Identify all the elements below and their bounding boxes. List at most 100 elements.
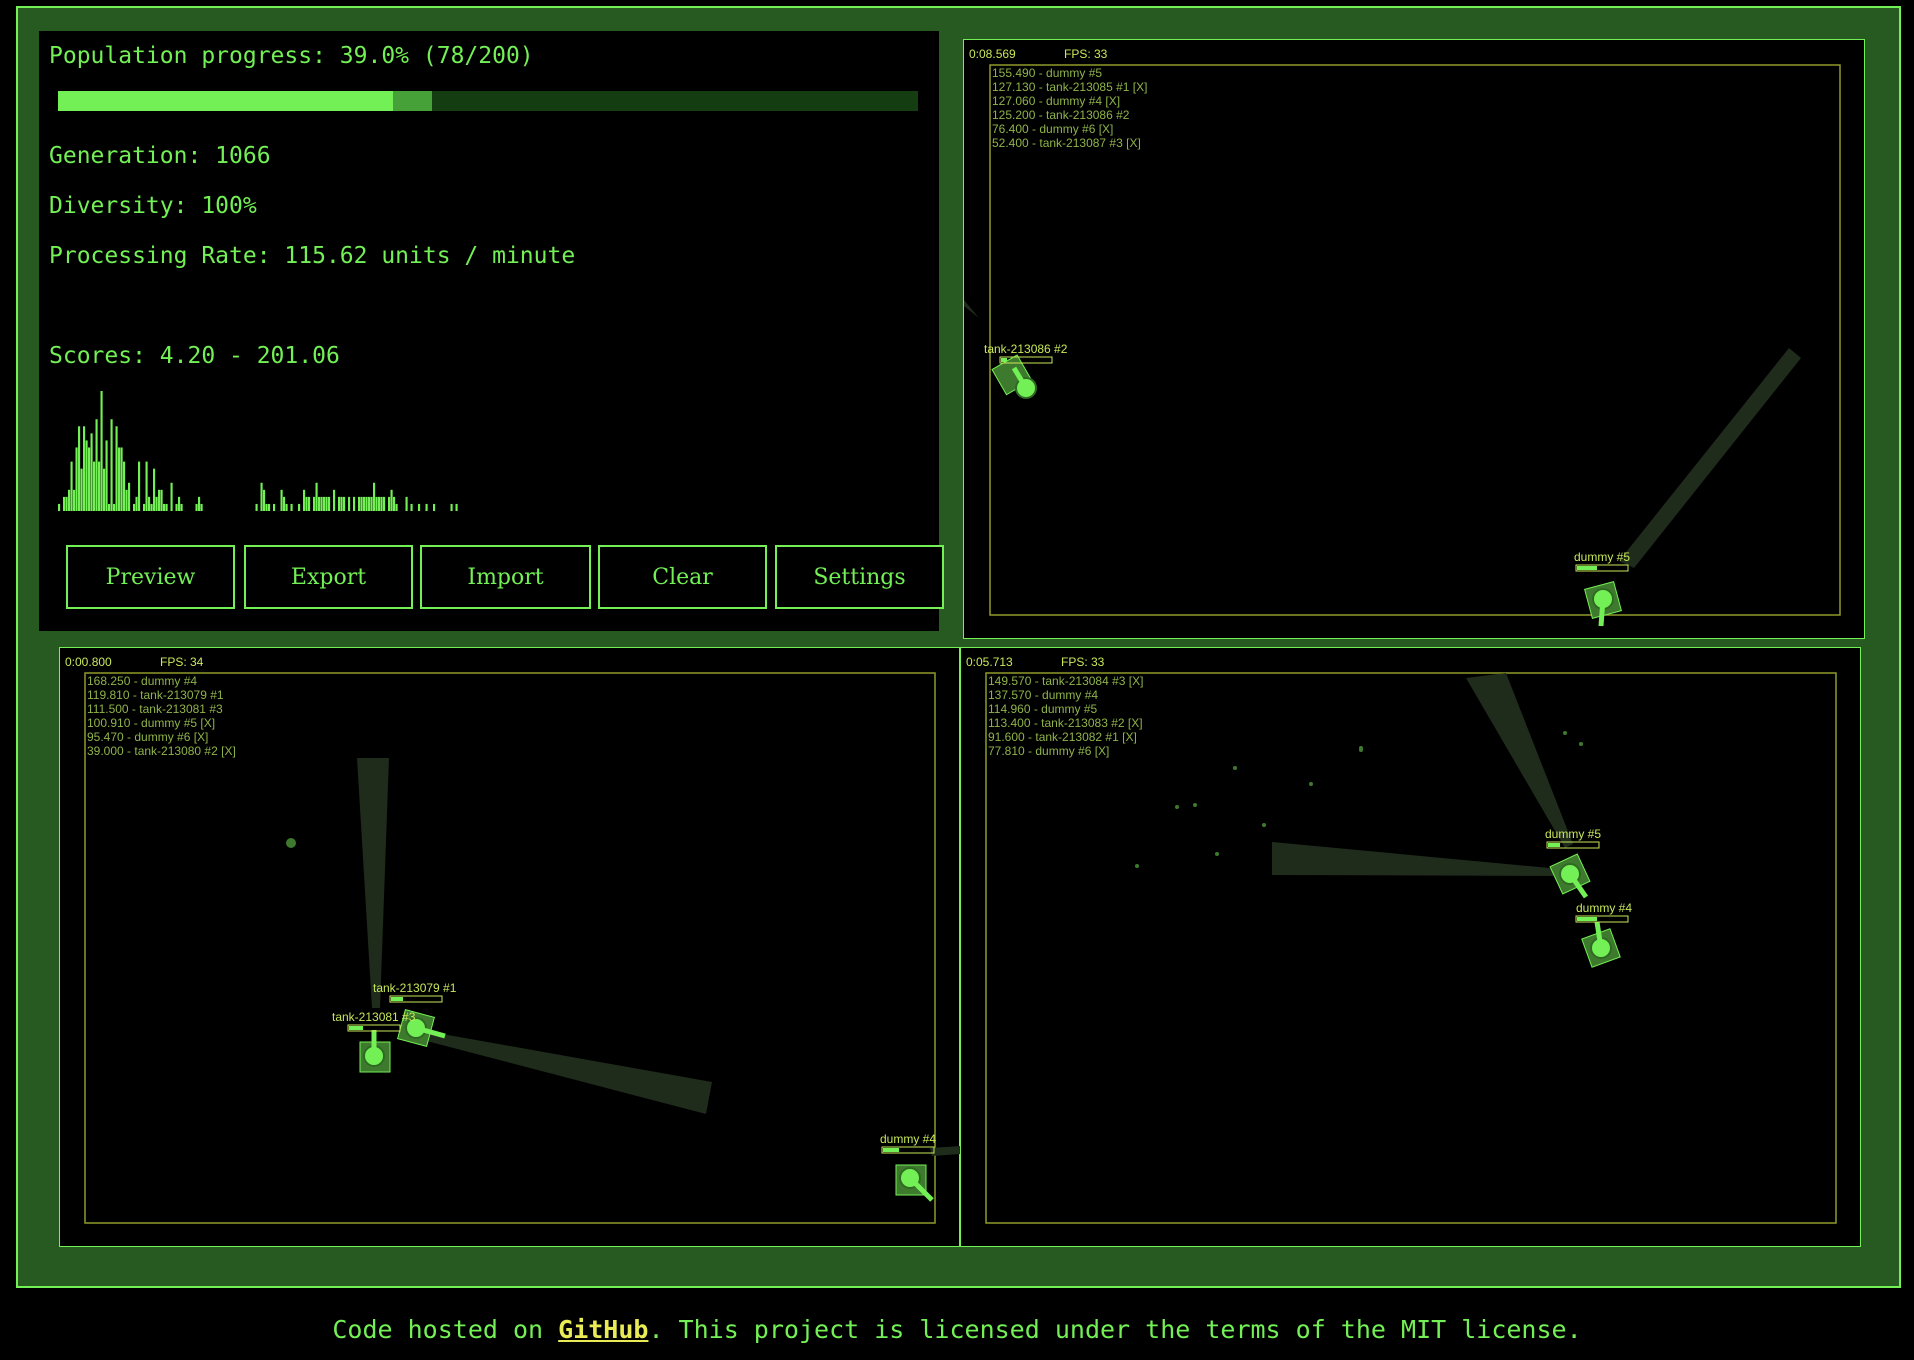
tank-label: dummy #4 <box>880 1132 937 1146</box>
tank-health-fill <box>1548 843 1560 847</box>
population-progress-bar <box>58 91 918 111</box>
footer-prefix: Code hosted on <box>332 1315 559 1344</box>
histogram-bar <box>380 496 383 511</box>
histogram-bar <box>128 482 131 511</box>
histogram-bar <box>163 503 166 511</box>
histogram-bar <box>433 503 436 511</box>
histogram-bar <box>390 489 393 511</box>
histogram-bar <box>90 433 93 511</box>
histogram-bar <box>73 489 76 511</box>
histogram-bar <box>118 447 121 511</box>
tank-health-fill <box>391 997 403 1001</box>
diversity-text: Diversity: 100% <box>49 193 257 219</box>
scoreboard-entry: 76.400 - dummy #6 [X] <box>992 122 1114 136</box>
histogram-bar <box>75 447 78 511</box>
histogram-bar <box>155 496 158 511</box>
histogram-bar <box>115 426 118 511</box>
progress-active-fill <box>393 91 433 111</box>
tank-label: tank-213079 #1 <box>373 981 457 995</box>
processing-rate-text: Processing Rate: 115.62 units / minute <box>49 243 576 269</box>
histogram-bar <box>393 496 396 511</box>
radar-beam <box>1619 348 1801 568</box>
histogram-bar <box>93 461 96 511</box>
histogram-bar <box>365 496 368 511</box>
histogram-bar <box>108 503 111 511</box>
histogram-bar <box>135 496 138 511</box>
settings-button[interactable]: Settings <box>775 545 944 609</box>
histogram-bar <box>138 461 141 511</box>
histogram-bar <box>450 503 453 511</box>
scoreboard-entry: 111.500 - tank-213081 #3 <box>87 702 223 716</box>
preview-button[interactable]: Preview <box>66 545 235 609</box>
histogram-bar <box>348 496 351 511</box>
tank-health-fill <box>1577 917 1597 921</box>
histogram-bar <box>425 503 428 511</box>
scoreboard-entry: 125.200 - tank-213086 #2 <box>992 108 1130 122</box>
histogram-bar <box>303 489 306 511</box>
bullet <box>286 838 296 848</box>
histogram-bar <box>78 426 81 511</box>
score-histogram <box>58 391 458 511</box>
histogram-bar <box>65 496 68 511</box>
clear-button[interactable]: Clear <box>598 545 767 609</box>
histogram-bar <box>160 489 163 511</box>
bullet <box>1359 746 1363 750</box>
histogram-bar <box>418 503 421 511</box>
tank-label: tank-213081 #3 <box>332 1010 416 1024</box>
arena-2-scoreboard: 168.250 - dummy #4 119.810 - tank-213079 … <box>87 674 236 758</box>
scoreboard-entry: 119.810 - tank-213079 #1 <box>87 688 224 702</box>
histogram-bar <box>308 496 311 511</box>
arena-3-scoreboard: 149.570 - tank-213084 #3 [X] 137.570 - du… <box>988 674 1143 758</box>
histogram-bar <box>68 489 71 511</box>
scoreboard-entry: 77.810 - dummy #6 [X] <box>988 744 1110 758</box>
tank-label: dummy #5 <box>1574 550 1631 564</box>
tank-label: tank-213086 #2 <box>984 342 1068 356</box>
histogram-bar <box>148 496 151 511</box>
histogram-bar <box>373 482 376 511</box>
footer-suffix: . This project is licensed under the ter… <box>648 1315 1582 1344</box>
histogram-bar <box>285 503 288 511</box>
generation-text: Generation: 1066 <box>49 143 271 169</box>
histogram-bar <box>410 503 413 511</box>
histogram-bar <box>383 496 386 511</box>
bullet <box>1135 864 1139 868</box>
bullet <box>1563 731 1567 735</box>
histogram-bar <box>70 461 73 511</box>
histogram-bar <box>150 503 153 511</box>
export-button[interactable]: Export <box>244 545 413 609</box>
arena-1-scoreboard: 155.490 - dummy #5 127.130 - tank-213085 … <box>992 66 1147 150</box>
histogram-bar <box>85 440 88 511</box>
histogram-bar <box>255 503 258 511</box>
scoreboard-entry: 95.470 - dummy #6 [X] <box>87 730 209 744</box>
histogram-bar <box>103 468 106 511</box>
histogram-bar <box>98 461 101 511</box>
footer: Code hosted on GitHub. This project is l… <box>0 1315 1914 1344</box>
scoreboard-entry: 91.600 - tank-213082 #1 [X] <box>988 730 1137 744</box>
histogram-bar <box>353 496 356 511</box>
histogram-bar <box>405 496 408 511</box>
github-link[interactable]: GitHub <box>558 1315 648 1344</box>
tank-health-fill <box>883 1148 899 1152</box>
histogram-bar <box>200 503 203 511</box>
histogram-bar <box>105 440 108 511</box>
histogram-bar <box>333 489 336 511</box>
histogram-bar <box>113 503 116 511</box>
histogram-bar <box>358 496 361 511</box>
histogram-bar <box>63 496 66 511</box>
histogram-bar <box>110 419 113 511</box>
histogram-bar <box>290 503 293 511</box>
histogram-bar <box>88 447 91 511</box>
histogram-bar <box>165 503 168 511</box>
arena-view-2: 0:00.800 FPS: 34 168.250 - dummy #4 119.8… <box>59 647 961 1247</box>
histogram-bar <box>283 496 286 511</box>
histogram-bar <box>455 503 458 511</box>
histogram-bar <box>170 482 173 511</box>
bullet <box>1262 823 1266 827</box>
scoreboard-entry: 149.570 - tank-213084 #3 [X] <box>988 674 1144 688</box>
histogram-bar <box>58 503 61 511</box>
histogram-bar <box>143 503 146 511</box>
arena-2-timer: 0:00.800 <box>65 655 112 669</box>
histogram-bar <box>80 468 83 511</box>
import-button[interactable]: Import <box>420 545 591 609</box>
histogram-bar <box>363 496 366 511</box>
